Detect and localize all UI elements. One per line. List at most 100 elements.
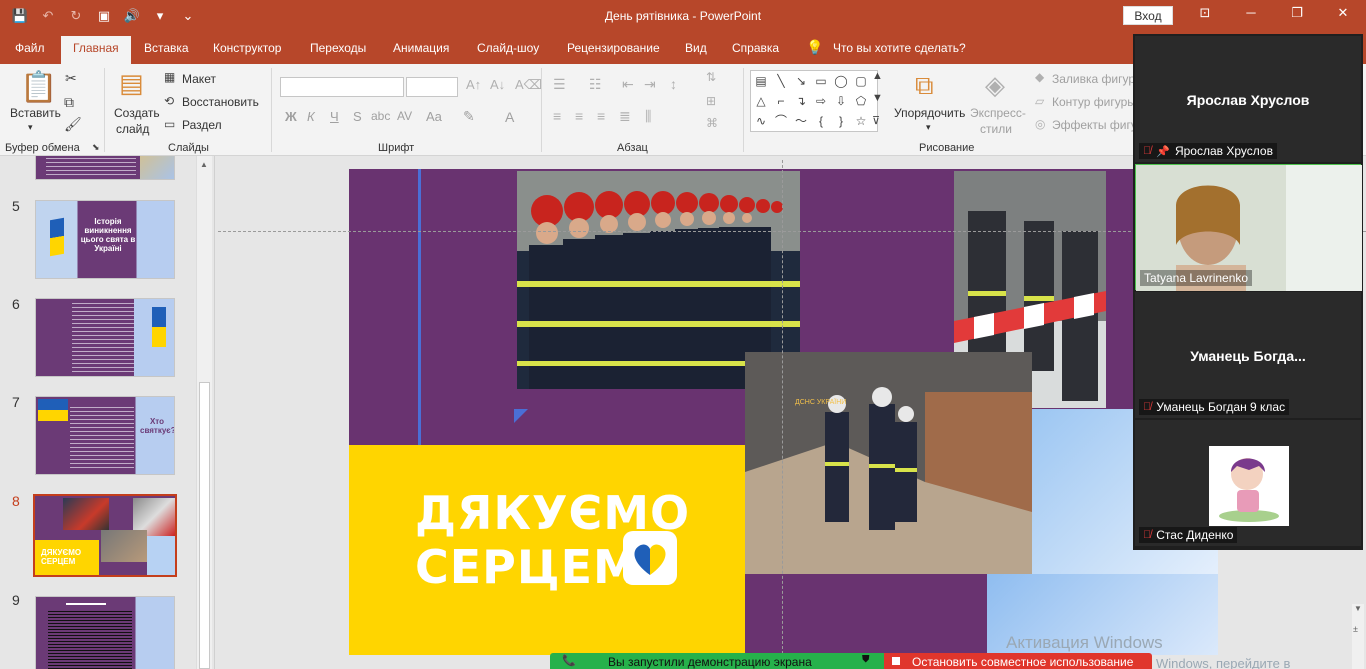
ribbon-display-options-icon[interactable]: ⊡ — [1190, 5, 1220, 21]
close-icon[interactable]: ✕ — [1328, 5, 1358, 21]
line-spacing-icon[interactable]: ↕ — [670, 76, 677, 92]
shape-effects-button[interactable]: Эффекты фигур — [1052, 118, 1143, 132]
paste-dropdown-icon[interactable]: ▾ — [28, 122, 33, 133]
layout-icon[interactable]: ▦ — [164, 70, 175, 84]
tab-design[interactable]: Конструктор — [213, 41, 281, 55]
gallery-up-icon[interactable]: ▲ — [872, 70, 883, 82]
decrease-indent-icon[interactable]: ⇤ — [622, 76, 634, 93]
scroll-down-icon[interactable]: ▼ — [1354, 604, 1362, 613]
editor-scrollbar[interactable]: ▼ ± — [1352, 604, 1364, 669]
slide-thumbnail-8[interactable]: ДЯКУЄМО СЕРЦЕМ — [33, 494, 177, 577]
tab-home[interactable]: Главная — [61, 36, 131, 64]
slide-8[interactable]: ДСНС УКРАЇНИ ДЯКУЄМО СЕРЦЕМ — [349, 169, 1218, 655]
clear-format-icon[interactable]: A⌫ — [515, 77, 542, 93]
shapes-gallery[interactable]: ▤ ╲ ↘ ▭ ◯ ▢ △ ⌐ ↴ ⇨ ⇩ ⬠ ∿ ⌒ 〜 { } ☆ — [750, 70, 878, 132]
tab-view[interactable]: Вид — [685, 41, 707, 55]
arrow-line-shape-icon[interactable]: ↘ — [793, 73, 809, 89]
bold-button[interactable]: Ж — [285, 109, 297, 124]
pentagon-shape-icon[interactable]: ⬠ — [853, 93, 869, 109]
elbow-arrow-icon[interactable]: ↴ — [793, 93, 809, 109]
tell-me-search[interactable]: Что вы хотите сделать? — [833, 41, 966, 55]
increase-font-icon[interactable]: A↑ — [466, 77, 481, 92]
down-arrow-shape-icon[interactable]: ⇩ — [833, 93, 849, 109]
italic-button[interactable]: К — [307, 109, 315, 124]
gallery-down-icon[interactable]: ▼ — [872, 92, 883, 104]
maximize-icon[interactable]: ❐ — [1282, 5, 1312, 21]
participant-tile-active[interactable]: Tatyana Lavrinenko — [1135, 164, 1362, 291]
right-brace-icon[interactable]: } — [833, 113, 849, 129]
bullets-icon[interactable]: ☰ — [553, 76, 566, 93]
line-shape-icon[interactable]: ╲ — [773, 73, 789, 89]
vertical-guide[interactable] — [782, 160, 783, 669]
participant-tile[interactable]: Ярослав Хруслов 🎙̸ 📌 Ярослав Хруслов — [1135, 36, 1361, 162]
decrease-font-icon[interactable]: A↓ — [490, 77, 505, 92]
justify-icon[interactable]: ≣ — [619, 108, 631, 125]
tab-animations[interactable]: Анимация — [393, 41, 449, 55]
rubble-photo[interactable]: ДСНС УКРАЇНИ — [745, 352, 1032, 574]
tab-review[interactable]: Рецензирование — [567, 41, 660, 55]
reset-icon[interactable]: ⟲ — [164, 94, 174, 108]
curve-shape-icon[interactable]: ∿ — [753, 113, 769, 129]
minimize-icon[interactable]: ─ — [1236, 5, 1266, 20]
slide-thumbnail-6[interactable] — [35, 298, 175, 377]
login-button[interactable]: Вход — [1123, 6, 1173, 25]
shadow-button[interactable]: abc — [371, 109, 390, 123]
numbering-icon[interactable]: ☷ — [589, 76, 602, 93]
strikethrough-button[interactable]: S — [353, 109, 362, 124]
highlight-icon[interactable]: ✎ — [463, 108, 475, 125]
shape-effects-icon[interactable]: ◎ — [1035, 117, 1045, 131]
tab-file[interactable]: Файл — [15, 41, 45, 55]
increase-indent-icon[interactable]: ⇥ — [644, 76, 656, 93]
text-direction-icon[interactable]: ⇅ — [706, 70, 716, 84]
scroll-up-icon[interactable]: ▲ — [200, 160, 208, 169]
font-size-combo[interactable] — [406, 77, 458, 97]
arrange-icon[interactable]: ⧉ — [915, 70, 934, 102]
section-button[interactable]: Раздел — [182, 118, 222, 132]
new-slide-icon[interactable]: ▤ — [119, 68, 144, 99]
rounded-rect-shape-icon[interactable]: ▢ — [853, 73, 869, 89]
character-spacing-button[interactable]: AV — [397, 109, 412, 123]
paste-button[interactable]: Вставить — [10, 106, 61, 120]
shape-outline-button[interactable]: Контур фигуры — [1052, 95, 1136, 109]
star-shape-icon[interactable]: ☆ — [853, 113, 869, 129]
textbox-shape-icon[interactable]: ▤ — [753, 73, 769, 89]
underline-button[interactable]: Ч — [330, 109, 339, 124]
font-color-button[interactable]: A — [505, 109, 514, 125]
shape-fill-icon[interactable]: ◆ — [1035, 70, 1044, 84]
participant-tile[interactable]: Уманець Богда... 🎙̸ Уманець Богдан 9 кла… — [1135, 292, 1361, 418]
layout-button[interactable]: Макет — [182, 72, 216, 86]
wave-shape-icon[interactable]: 〜 — [793, 113, 809, 129]
smartart-icon[interactable]: ⌘ — [706, 116, 718, 130]
left-brace-icon[interactable]: { — [813, 113, 829, 129]
slide-thumbnail-9[interactable] — [35, 596, 175, 669]
arrange-dropdown-icon[interactable]: ▾ — [926, 122, 931, 133]
align-text-icon[interactable]: ⊞ — [706, 94, 716, 108]
paste-icon[interactable]: 📋 — [20, 70, 57, 105]
tab-help[interactable]: Справка — [732, 41, 779, 55]
reset-button[interactable]: Восстановить — [182, 95, 259, 109]
participant-tile[interactable]: 🎙̸ Стас Диденко — [1135, 420, 1361, 546]
right-arrow-shape-icon[interactable]: ⇨ — [813, 93, 829, 109]
align-center-icon[interactable]: ≡ — [575, 108, 583, 124]
yellow-text-panel[interactable]: ДЯКУЄМО СЕРЦЕМ — [349, 445, 745, 655]
slide-thumbnail-5[interactable]: Історія виникнення цього свята в Україні — [35, 200, 175, 279]
zoom-in-icon[interactable]: ± — [1353, 624, 1358, 634]
slide-thumbnail-7[interactable]: Хто святкує? — [35, 396, 175, 475]
tab-slideshow[interactable]: Слайд-шоу — [477, 41, 539, 55]
elbow-connector-icon[interactable]: ⌐ — [773, 93, 789, 109]
tab-transitions[interactable]: Переходы — [310, 41, 366, 55]
clipboard-launcher-icon[interactable]: ⬊ — [92, 142, 100, 153]
triangle-shape-icon[interactable]: △ — [753, 93, 769, 109]
shape-fill-button[interactable]: Заливка фигуры — [1052, 72, 1144, 86]
align-right-icon[interactable]: ≡ — [597, 108, 605, 124]
rectangle-shape-icon[interactable]: ▭ — [813, 73, 829, 89]
quick-styles-button[interactable]: Экспресс- — [970, 106, 1026, 120]
section-icon[interactable]: ▭ — [164, 117, 175, 131]
arc-shape-icon[interactable]: ⌒ — [773, 113, 789, 129]
format-painter-icon[interactable]: 🖌 — [64, 116, 82, 133]
new-slide-button[interactable]: Создать — [114, 106, 160, 120]
change-case-button[interactable]: Aa — [426, 109, 442, 124]
arrange-button[interactable]: Упорядочить — [894, 106, 965, 120]
shape-outline-icon[interactable]: ▱ — [1035, 94, 1044, 108]
new-slide-button-line2[interactable]: слайд — [116, 122, 149, 136]
